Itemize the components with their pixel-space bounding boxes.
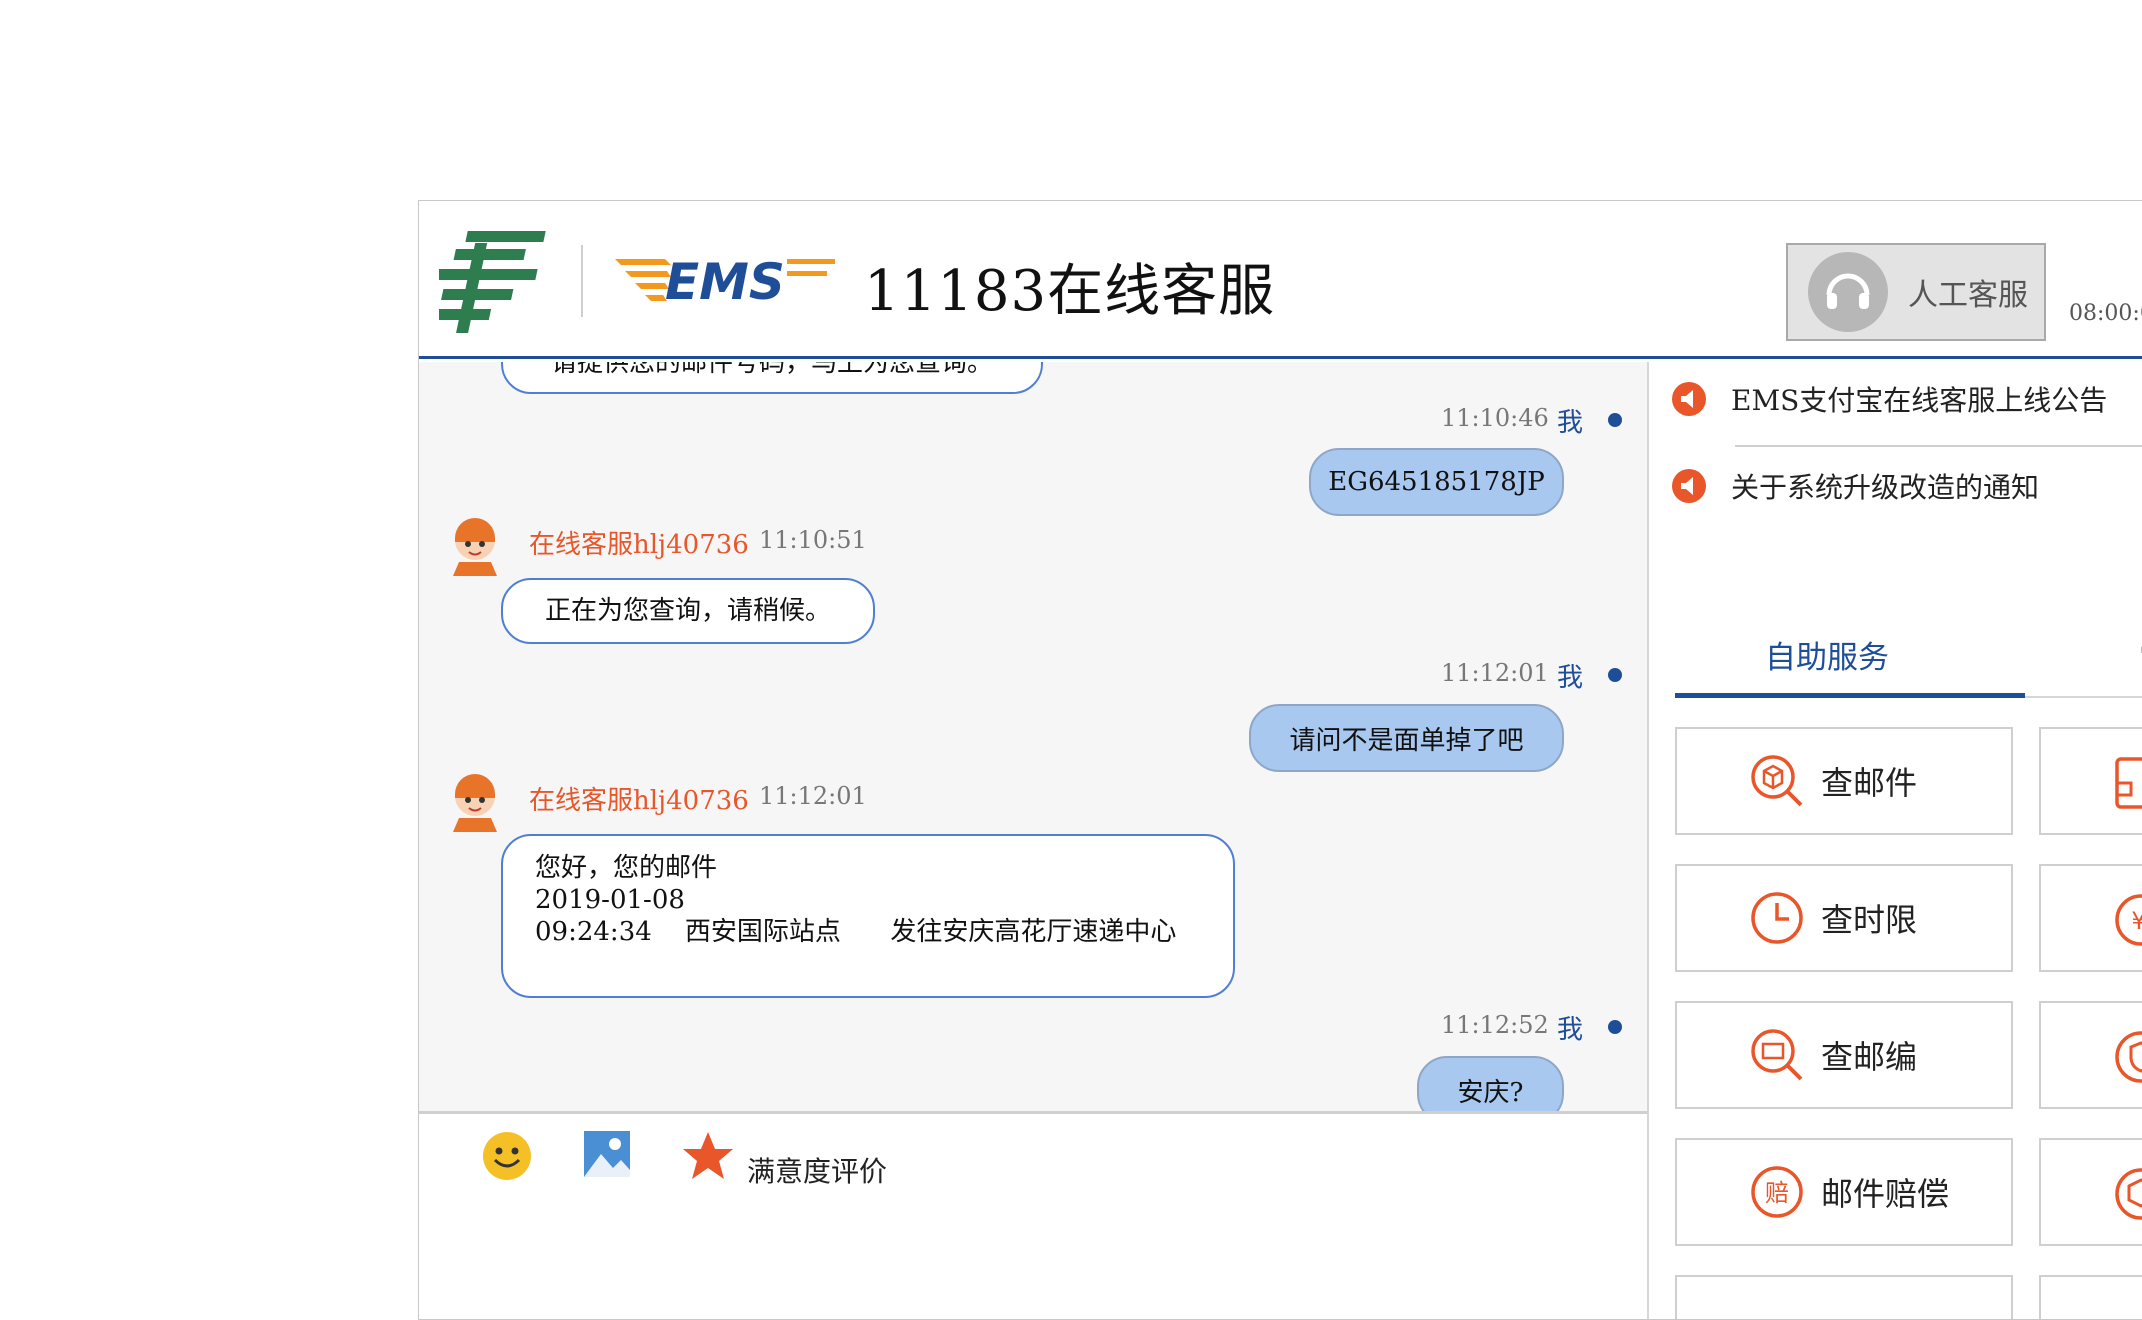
clock-icon	[1751, 892, 1803, 944]
message-text: 请问不是面单掉了吧	[1289, 725, 1524, 756]
chat-window: EMS 11183在线客服 人工客服 08:00:0 请提供您的邮件号码，马上为…	[418, 200, 2142, 1320]
sender-label-me: 我	[1557, 408, 1584, 438]
human-service-button[interactable]: 人工客服	[1786, 243, 2046, 341]
compensation-glyph: 赔	[1765, 1179, 1789, 1207]
china-post-logo	[439, 231, 546, 333]
service-label: 邮件赔偿	[1821, 1175, 1950, 1213]
message-text: 请提供您的邮件号码，马上为您查询。	[550, 362, 993, 378]
message-bubble-me: 安庆?	[1417, 1056, 1564, 1111]
message-input-area[interactable]: 满意度评价	[419, 1111, 1649, 1319]
service-compensation[interactable]: 赔 邮件赔偿	[1675, 1138, 2013, 1246]
service-tile[interactable]	[2039, 727, 2142, 835]
sender-label-me: 我	[1557, 1015, 1584, 1045]
service-tile[interactable]	[1675, 1275, 2013, 1319]
message-time: 11:12:01	[1441, 659, 1549, 687]
message-line: 您好，您的邮件	[535, 853, 718, 883]
yuan-icon: ¥	[2115, 894, 2142, 946]
message-bubble-me: EG645185178JP	[1309, 448, 1564, 516]
agent-avatar	[453, 518, 497, 576]
message-time: 11:12:52	[1441, 1011, 1549, 1039]
agent-name: 在线客服hlj40736	[529, 786, 749, 816]
speaker-icon	[1672, 382, 1706, 416]
service-label: 查邮编	[1821, 1038, 1918, 1076]
message-bubble-agent: 正在为您查询，请稍候。	[501, 578, 875, 644]
sender-dot	[1608, 413, 1622, 427]
message-text: 正在为您查询，请稍候。	[544, 596, 831, 626]
message-bubble-agent: 您好，您的邮件 2019-01-08 09:24:34 西安国际站点 发往安庆高…	[501, 834, 1235, 998]
svg-text:EMS: EMS	[665, 253, 785, 307]
headset-icon	[1808, 252, 1888, 332]
image-icon[interactable]	[583, 1130, 631, 1178]
notice-item[interactable]: EMS支付宝在线客服上线公告	[1651, 364, 2142, 434]
message-line: 09:24:34 西安国际站点 发往安庆高花厅速递中心	[535, 917, 1177, 947]
service-tile[interactable]	[2039, 1275, 2142, 1319]
human-service-label: 人工客服	[1908, 278, 2028, 313]
tab-self-service[interactable]: 自助服务	[1765, 632, 1889, 677]
service-tile[interactable]	[2039, 1138, 2142, 1246]
shield-icon	[2115, 1031, 2142, 1083]
message-bubble-me: 请问不是面单掉了吧	[1249, 704, 1564, 772]
message-time: 11:10:51	[759, 526, 867, 554]
service-track-mail[interactable]: 查邮件	[1675, 727, 2013, 835]
agent-avatar	[453, 774, 497, 832]
message-time: 11:10:46	[1441, 404, 1549, 432]
header: EMS 11183在线客服 人工客服 08:00:0	[419, 201, 2142, 359]
service-tile[interactable]	[2039, 1001, 2142, 1109]
notice-text: 关于系统升级改造的通知	[1731, 471, 2040, 504]
service-label: 查邮件	[1821, 764, 1918, 802]
star-icon[interactable]	[681, 1130, 735, 1182]
service-tile[interactable]: ¥	[2039, 864, 2142, 972]
right-panel: EMS支付宝在线客服上线公告 关于系统升级改造的通知 自助服务 常 查邮件	[1651, 362, 2142, 1319]
service-postcode[interactable]: 查邮编	[1675, 1001, 2013, 1109]
document-icon	[2115, 757, 2142, 809]
speaker-icon	[1672, 469, 1706, 503]
chat-history[interactable]: 请提供您的邮件号码，马上为您查询。 11:10:46 我 EG645185178…	[419, 362, 1649, 1111]
notice-divider	[1735, 445, 2142, 447]
sender-dot	[1608, 668, 1622, 682]
box-icon	[2115, 1168, 2142, 1220]
sender-label-me: 我	[1557, 663, 1584, 693]
compensation-icon: 赔	[1751, 1166, 1803, 1218]
logo-divider	[581, 245, 583, 317]
sender-dot	[1608, 1020, 1622, 1034]
ems-logo: EMS	[615, 253, 835, 307]
message-text: 安庆?	[1457, 1077, 1524, 1108]
message-time: 11:12:01	[759, 782, 867, 810]
smiley-icon[interactable]	[481, 1130, 533, 1182]
service-check-time[interactable]: 查时限	[1675, 864, 2013, 972]
postcode-search-icon	[1751, 1029, 1803, 1081]
rating-button[interactable]: 满意度评价	[747, 1150, 887, 1190]
notice-text: EMS支付宝在线客服上线公告	[1731, 384, 2108, 417]
service-hours: 08:00:0	[2069, 301, 2142, 326]
service-label: 查时限	[1821, 901, 1918, 939]
page-title: 11183在线客服	[864, 259, 1276, 324]
message-bubble-agent: 请提供您的邮件号码，马上为您查询。	[501, 362, 1043, 394]
message-text: EG645185178JP	[1328, 467, 1545, 497]
package-search-icon	[1751, 755, 1803, 807]
notice-item[interactable]: 关于系统升级改造的通知	[1651, 451, 2142, 521]
agent-name: 在线客服hlj40736	[529, 530, 749, 560]
svg-text:¥: ¥	[2131, 907, 2142, 935]
tab-active-indicator	[1675, 693, 2025, 698]
message-line: 2019-01-08	[535, 885, 685, 915]
